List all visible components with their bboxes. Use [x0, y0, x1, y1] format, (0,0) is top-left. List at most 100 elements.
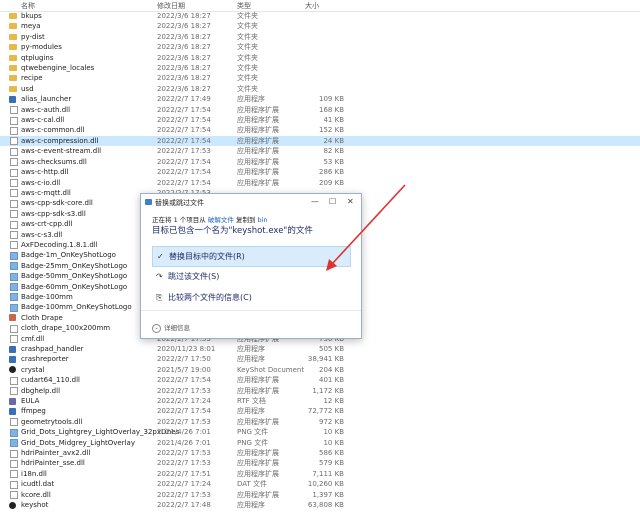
copy-icon	[145, 199, 152, 205]
file-size: 41 KB	[323, 116, 344, 125]
file-type: PNG 文件	[237, 428, 269, 437]
file-type: 应用程序扩展	[237, 386, 279, 395]
file-row[interactable]: crystal 2021/5/7 19:00 KeyShot Document 204…	[0, 365, 640, 375]
file-row[interactable]: keyshot 2022/2/7 17:48 应用程序 63,808 KB	[0, 500, 640, 510]
file-type: KeyShot Document	[237, 365, 305, 374]
file-row[interactable]: crashreporter 2022/2/7 17:50 应用程序 38,941 KB	[0, 354, 640, 364]
close-button[interactable]: ✕	[347, 197, 354, 206]
file-date: 2022/2/7 17:54	[157, 178, 211, 187]
file-name: Badge-60mm_OnKeyShotLogo	[21, 282, 128, 291]
file-date: 2022/3/6 18:27	[157, 32, 211, 41]
file-row[interactable]: aws-c-http.dll 2022/2/7 17:54 应用程序扩展 286 KB	[0, 167, 640, 177]
file-row[interactable]: i18n.dll 2022/2/7 17:51 应用程序扩展 7,111 KB	[0, 469, 640, 479]
file-date: 2022/2/7 17:54	[157, 126, 211, 135]
file-row[interactable]: py-modules 2022/3/6 18:27 文件夹	[0, 42, 640, 52]
file-date: 2022/2/7 17:53	[157, 147, 211, 156]
file-row[interactable]: Grid_Dots_Midgrey_LightOverlay 2021/4/26 …	[0, 438, 640, 448]
file-icon	[10, 179, 18, 187]
file-row[interactable]: meya 2022/3/6 18:27 文件夹	[0, 21, 640, 31]
destination-link[interactable]: bin	[258, 216, 268, 224]
file-row[interactable]: aws-c-io.dll 2022/2/7 17:54 应用程序扩展 209 KB	[0, 178, 640, 188]
file-date: 2022/2/7 17:54	[157, 116, 211, 125]
file-type: 应用程序扩展	[237, 136, 279, 145]
file-row[interactable]: hdriPainter_avx2.dll 2022/2/7 17:53 应用程序扩展…	[0, 448, 640, 458]
file-name: Grid_Dots_Lightgrey_LightOverlay_32pxLin…	[21, 428, 180, 437]
file-type: 文件夹	[237, 22, 258, 31]
file-row[interactable]: py-dist 2022/3/6 18:27 文件夹	[0, 32, 640, 42]
file-size: 152 KB	[319, 126, 344, 135]
file-row[interactable]: ffmpeg 2022/2/7 17:54 应用程序 72,772 KB	[0, 406, 640, 416]
file-row[interactable]: aws-c-event-stream.dll 2022/2/7 17:53 应用程序…	[0, 146, 640, 156]
file-type: 应用程序扩展	[237, 147, 279, 156]
file-row[interactable]: dbghelp.dll 2022/2/7 17:53 应用程序扩展 1,172 KB	[0, 386, 640, 396]
file-size: 82 KB	[323, 147, 344, 156]
file-size: 10 KB	[323, 438, 344, 447]
replace-option[interactable]: ✓ 替换目标中的文件(R)	[152, 246, 351, 267]
file-size: 12 KB	[323, 397, 344, 406]
file-row[interactable]: EULA 2022/2/7 17:24 RTF 文档 12 KB	[0, 396, 640, 406]
file-row[interactable]: usd 2022/3/6 18:27 文件夹	[0, 84, 640, 94]
file-size: 53 KB	[323, 157, 344, 166]
file-name: crystal	[21, 365, 45, 374]
folder-icon	[9, 85, 17, 92]
column-type[interactable]: 类型	[237, 1, 251, 11]
file-name: usd	[21, 84, 34, 93]
dialog-title: 替换或跳过文件	[155, 199, 204, 207]
file-type: 应用程序扩展	[237, 449, 279, 458]
file-type: 应用程序扩展	[237, 490, 279, 499]
folder-icon	[9, 75, 17, 82]
file-name: crashreporter	[21, 355, 69, 364]
file-row[interactable]: aws-c-compression.dll 2022/2/7 17:54 应用程序扩…	[0, 135, 640, 147]
source-link[interactable]: 破解文件	[208, 216, 234, 224]
file-date: 2022/2/7 17:24	[157, 397, 211, 406]
file-type: 文件夹	[237, 74, 258, 83]
file-date: 2022/2/7 17:54	[157, 168, 211, 177]
column-date[interactable]: 修改日期	[157, 1, 185, 11]
file-row[interactable]: kcore.dll 2022/2/7 17:53 应用程序扩展 1,397 KB	[0, 490, 640, 500]
file-row[interactable]: cudart64_110.dll 2022/2/7 17:54 应用程序扩展 401 …	[0, 375, 640, 385]
file-row[interactable]: bkups 2022/3/6 18:27 文件夹	[0, 11, 640, 21]
divider	[141, 310, 361, 311]
file-date: 2022/2/7 17:48	[157, 501, 211, 510]
image-icon	[10, 303, 18, 312]
file-row[interactable]: recipe 2022/3/6 18:27 文件夹	[0, 73, 640, 83]
file-date: 2022/3/6 18:27	[157, 43, 211, 52]
keyshot-icon	[9, 366, 16, 374]
file-row[interactable]: aws-c-auth.dll 2022/2/7 17:54 应用程序扩展 168 KB	[0, 105, 640, 115]
file-name: qtplugins	[21, 53, 54, 62]
file-type: 应用程序扩展	[237, 376, 279, 385]
file-row[interactable]: qtplugins 2022/3/6 18:27 文件夹	[0, 53, 640, 63]
file-row[interactable]: geometrytools.dll 2022/2/7 17:53 应用程序扩展 972…	[0, 417, 640, 427]
file-name: Badge-25mm_OnKeyShotLogo	[21, 261, 128, 270]
file-row[interactable]: hdriPainter_sse.dll 2022/2/7 17:53 应用程序扩展 5…	[0, 458, 640, 468]
file-icon	[10, 106, 18, 115]
file-name: crashpad_handler	[21, 345, 84, 353]
check-icon: ✓	[157, 252, 164, 261]
file-row[interactable]: aws-c-common.dll 2022/2/7 17:54 应用程序扩展 152 …	[0, 125, 640, 135]
column-name[interactable]: 名称	[21, 1, 35, 11]
compare-option[interactable]: ⎘ 比较两个文件的信息(C)	[152, 288, 349, 307]
file-row[interactable]: icudtl.dat 2022/2/7 17:24 DAT 文件 10,260 KB	[0, 479, 640, 489]
skip-option[interactable]: ↷ 跳过该文件(S)	[152, 267, 349, 286]
file-name: aws-cpp-sdk-s3.dll	[21, 209, 86, 218]
file-row[interactable]: qtwebengine_locales 2022/3/6 18:27 文件夹	[0, 63, 640, 73]
file-name: Grid_Dots_Midgrey_LightOverlay	[21, 438, 135, 447]
file-row[interactable]: Grid_Dots_Lightgrey_LightOverlay_32pxLin…	[0, 427, 640, 437]
column-header: 名称 修改日期 类型 大小	[0, 0, 640, 12]
details-toggle[interactable]: ⌄ 详细信息	[152, 322, 190, 333]
column-size[interactable]: 大小	[305, 1, 319, 11]
file-row[interactable]: crashpad_handler 2020/11/23 8:01 应用程序 505 K…	[0, 344, 640, 354]
file-row[interactable]: aws-c-cal.dll 2022/2/7 17:54 应用程序扩展 41 KB	[0, 115, 640, 125]
minimize-button[interactable]: —	[311, 197, 319, 206]
file-row[interactable]: alias_launcher 2022/2/7 17:49 应用程序 109 KB	[0, 94, 640, 104]
image-icon	[9, 314, 16, 322]
file-row[interactable]: aws-checksums.dll 2022/2/7 17:54 应用程序扩展 53 …	[0, 157, 640, 167]
maximize-button[interactable]: ☐	[329, 197, 336, 206]
file-icon	[10, 241, 18, 250]
file-date: 2022/2/7 17:49	[157, 95, 211, 104]
file-size: 10,260 KB	[307, 480, 344, 489]
file-type: 应用程序	[237, 501, 265, 510]
file-name: AxFDecoding.1.8.1.dll	[21, 240, 98, 249]
folder-icon	[9, 33, 17, 40]
file-name: cudart64_110.dll	[21, 376, 80, 385]
